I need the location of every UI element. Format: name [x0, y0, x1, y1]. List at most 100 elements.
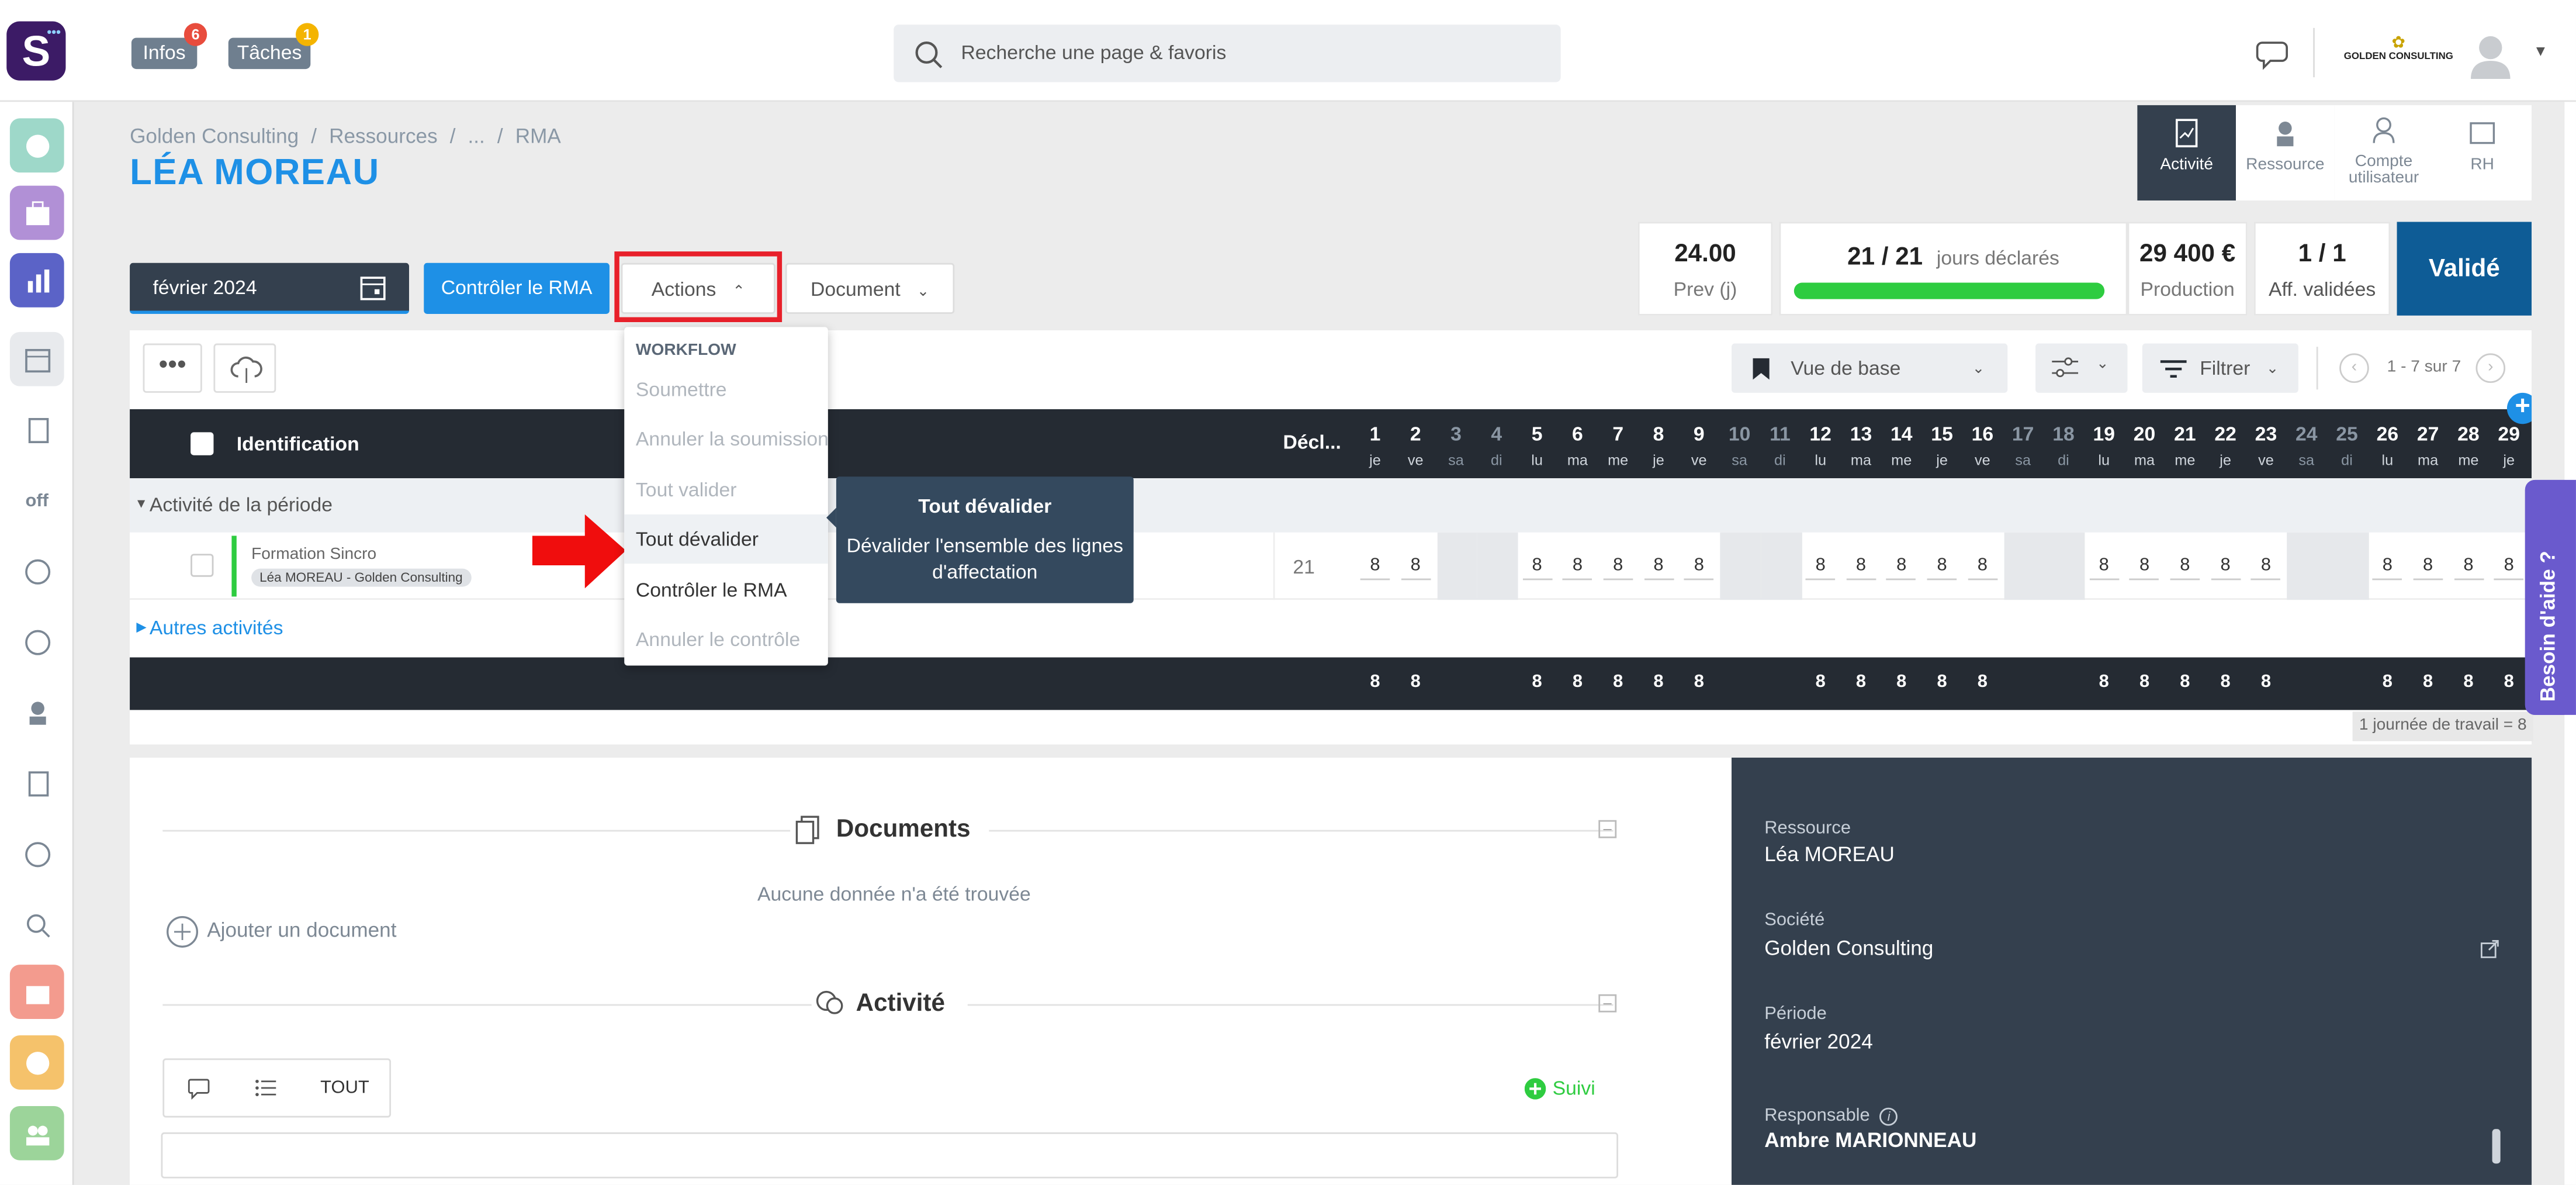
hours-cell[interactable]: 8	[2408, 555, 2447, 581]
sidebar-item-analytics[interactable]	[10, 897, 64, 952]
breadcrumb-item[interactable]: ...	[468, 125, 485, 148]
sidebar-item-reports[interactable]	[9, 253, 64, 308]
sidebar-item-projects[interactable]	[9, 185, 64, 240]
help-tab-label[interactable]: Besoin d'aide ?	[2536, 551, 2559, 702]
hours-cell[interactable]: 8	[2125, 555, 2164, 581]
add-document-button[interactable]: Ajouter un document	[166, 914, 397, 948]
top-bar: S ••• Infos 6 Tâches 1 Recherche une page…	[0, 0, 2576, 102]
app-logo[interactable]: S •••	[6, 21, 66, 81]
sidebar-item-team[interactable]	[9, 1105, 64, 1160]
more-options-button[interactable]: •••	[143, 343, 202, 393]
sidebar-item-sales[interactable]	[9, 965, 64, 1019]
menu-item-cancel-submit[interactable]: Annuler la soumission	[636, 427, 829, 450]
tab-all[interactable]: TOUT	[320, 1078, 369, 1098]
comment-input[interactable]	[161, 1132, 1619, 1179]
hours-cell[interactable]: 8	[2205, 555, 2245, 581]
sidebar: off	[0, 102, 74, 1185]
day-weekday: ve	[1691, 452, 1707, 469]
hours-cell[interactable]: 8	[1680, 555, 1719, 581]
row-title[interactable]: Formation Sincro	[251, 545, 376, 564]
hours-cell[interactable]: 8	[1355, 555, 1394, 581]
group-row-other[interactable]: ▶ Autres activités	[130, 601, 2532, 656]
sidebar-item-alerts[interactable]	[9, 1035, 64, 1090]
hours-cell[interactable]: 8	[1841, 555, 1881, 581]
tab-rh[interactable]: RH	[2433, 105, 2532, 201]
company-value[interactable]: Golden Consulting	[1764, 937, 1933, 959]
view-select[interactable]: Vue de base ⌄	[1732, 343, 2008, 393]
menu-item-cancel-control[interactable]: Annuler le contrôle	[636, 628, 800, 651]
sidebar-item-documents[interactable]	[10, 403, 64, 457]
column-settings-button[interactable]: ⌄	[2035, 343, 2128, 393]
tab-activite[interactable]: Activité	[2137, 105, 2236, 201]
cloud-download-button[interactable]	[213, 343, 276, 393]
hours-cell[interactable]: 8	[2085, 555, 2124, 581]
row-checkbox[interactable]	[191, 554, 214, 577]
avatar[interactable]	[2469, 33, 2512, 79]
hours-cell[interactable]: 8	[1639, 555, 1678, 581]
control-rma-button[interactable]: Contrôler le RMA	[424, 262, 610, 314]
sidebar-item-list[interactable]	[10, 756, 64, 810]
scrollbar[interactable]	[2492, 1129, 2501, 1164]
hours-cell[interactable]: 8	[2165, 555, 2204, 581]
hours-cell[interactable]: 8	[1558, 555, 1597, 581]
manager-value[interactable]: Ambre MARIONNEAU	[1764, 1129, 1976, 1152]
user-account-icon	[2373, 117, 2395, 143]
follow-button[interactable]: Suivi	[1524, 1076, 1595, 1100]
hours-cell[interactable]: 8	[2246, 555, 2286, 581]
menu-item-unvalidate-all[interactable]: Tout dévalider	[636, 527, 759, 550]
day-number: 21	[2174, 422, 2196, 445]
company-label: Société	[1764, 910, 1825, 931]
euro-plus-icon	[24, 558, 50, 584]
next-page-button[interactable]: ›	[2475, 353, 2506, 384]
day-weekday: sa	[1448, 452, 1464, 469]
filter-button[interactable]: Filtrer ⌄	[2142, 343, 2298, 393]
sidebar-item-off[interactable]: off	[10, 474, 64, 528]
sidebar-item-dashboard[interactable]	[9, 118, 64, 173]
breadcrumb-item[interactable]: Ressources	[329, 125, 438, 148]
col-declared[interactable]: Décl...	[1283, 431, 1341, 454]
hours-cell[interactable]: 8	[2489, 555, 2528, 581]
search-input[interactable]: Recherche une page & favoris	[894, 25, 1561, 82]
chevron-down-icon[interactable]: ▼	[2533, 43, 2548, 59]
day-number: 23	[2255, 422, 2277, 445]
sidebar-item-calendar[interactable]	[9, 331, 64, 386]
tab-compte-utilisateur[interactable]: Compte utilisateur	[2334, 105, 2433, 201]
collapse-documents-button[interactable]: –	[1598, 820, 1617, 838]
table-row[interactable]: Formation Sincro Léa MOREAU - Golden Con…	[130, 532, 2532, 600]
menu-item-submit[interactable]: Soumettre	[636, 378, 727, 401]
menu-item-validate-all[interactable]: Tout valider	[636, 478, 737, 501]
hours-cell[interactable]: 8	[1922, 555, 1961, 581]
sidebar-item-people[interactable]	[10, 685, 64, 740]
col-identification[interactable]: Identification	[237, 432, 359, 455]
document-button[interactable]: Document ⌄	[785, 262, 955, 314]
select-all-checkbox[interactable]	[191, 432, 214, 455]
comment-icon[interactable]	[187, 1078, 210, 1100]
sidebar-item-invoices[interactable]	[10, 614, 64, 669]
day-weekday: ve	[1407, 452, 1424, 469]
sidebar-item-finance[interactable]	[10, 827, 64, 881]
hours-cell[interactable]: 8	[1396, 555, 1435, 581]
period-picker[interactable]: février 2024	[130, 262, 409, 314]
briefcase-icon	[25, 985, 49, 1004]
weekend-cell	[1477, 532, 1518, 600]
collapse-activity-button[interactable]: –	[1598, 994, 1617, 1013]
hours-cell[interactable]: 8	[2449, 555, 2488, 581]
prev-page-button[interactable]: ‹	[2339, 353, 2369, 384]
hours-cell[interactable]: 8	[2368, 555, 2407, 581]
sidebar-item-expenses[interactable]	[10, 544, 64, 599]
external-link-icon[interactable]	[2480, 940, 2499, 958]
chat-icon[interactable]	[2256, 38, 2295, 71]
hours-cell[interactable]: 8	[1801, 555, 1840, 581]
tab-ressource[interactable]: Ressource	[2236, 105, 2335, 201]
tasks-button[interactable]: Tâches	[228, 37, 311, 70]
hours-cell[interactable]: 8	[1882, 555, 1921, 581]
menu-item-control-rma[interactable]: Contrôler le RMA	[636, 579, 787, 602]
resource-value[interactable]: Léa MOREAU	[1764, 843, 1895, 866]
list-icon[interactable]	[255, 1078, 278, 1100]
hours-cell[interactable]: 8	[1598, 555, 1637, 581]
breadcrumb-item[interactable]: Golden Consulting	[130, 125, 299, 148]
day-number: 14	[1890, 422, 1913, 445]
hours-cell[interactable]: 8	[1963, 555, 2002, 581]
group-row-period[interactable]: ▼ Activité de la période	[130, 478, 2532, 533]
hours-cell[interactable]: 8	[1517, 555, 1556, 581]
